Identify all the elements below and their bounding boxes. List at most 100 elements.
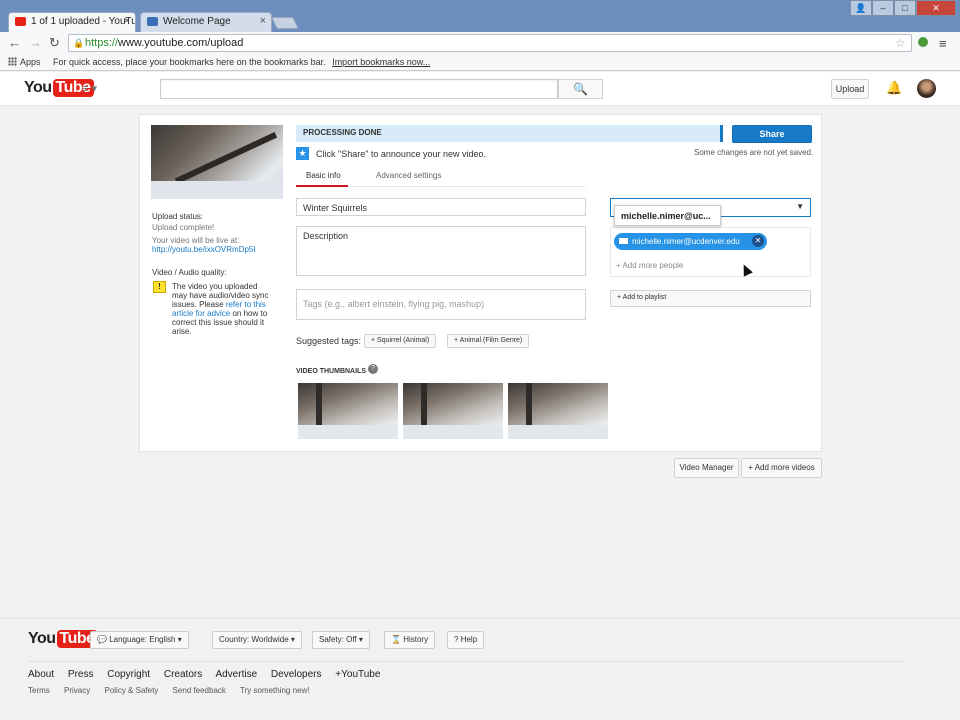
upload-card: Upload status: Upload complete! Your vid… [139,114,822,452]
maximize-icon[interactable]: □ [894,0,916,16]
footer-link-send-feedback[interactable]: Send feedback [173,686,226,695]
warning-icon: ! [153,281,166,293]
footer-link-creators[interactable]: Creators [164,669,202,680]
announce-text: Click "Share" to announce your new video… [316,149,486,159]
new-tab-button[interactable] [271,17,299,29]
thumbnail-option[interactable] [403,383,503,439]
star-icon: ★ [296,147,309,160]
video-preview[interactable] [151,125,283,199]
reload-icon[interactable]: ↻ [49,35,60,51]
lock-icon: 🔒 [73,38,85,48]
tab-youtube-upload[interactable]: 1 of 1 uploaded - YouTub × [8,12,136,32]
add-to-playlist-button[interactable]: + Add to playlist [610,290,811,307]
add-more-people-link[interactable]: + Add more people [616,261,683,270]
bookmark-star-icon[interactable]: ☆ [895,36,906,50]
description-field[interactable]: Description [296,226,586,276]
help-icon: ? [454,635,459,644]
bookmarks-hint: For quick access, place your bookmarks h… [53,57,326,67]
thumbnail-option[interactable] [508,383,608,439]
notifications-bell-icon[interactable]: 🔔 [886,80,902,96]
add-more-videos-button[interactable]: + Add more videos [741,458,822,478]
tags-field[interactable]: Tags (e.g., albert einstein, flying pig,… [296,289,586,320]
footer-link-try-something-new[interactable]: Try something new! [240,686,310,695]
import-bookmarks-link[interactable]: Import bookmarks now... [332,57,430,67]
site-favicon-icon [147,17,158,26]
browser-menu-icon[interactable]: ≡ [939,36,947,51]
footer-link-policy-safety[interactable]: Policy & Safety [104,686,158,695]
apps-grid-icon[interactable] [8,57,17,66]
history-button[interactable]: ⌛ History [384,631,436,649]
youtube-favicon-icon [15,17,26,26]
safety-selector[interactable]: Safety: Off ▾ [312,631,370,649]
footer-link-privacy[interactable]: Privacy [64,686,90,695]
tab-basic-info[interactable]: Basic info [306,171,341,180]
search-button[interactable]: 🔍 [558,79,603,99]
hourglass-icon: ⌛ [391,635,401,644]
email-tooltip: michelle.nimer@uc... [614,205,721,226]
footer-link-press[interactable]: Press [68,669,94,680]
browser-toolbar: ← → ↻ 🔒 https://www.youtube.com/upload ☆… [0,32,960,54]
share-button[interactable]: Share [732,125,812,143]
processing-status-bar: PROCESSING DONE [296,125,723,142]
language-selector[interactable]: 💬 Language: English ▾ [90,631,189,649]
youtube-header: You Tube ≡ ▾ 🔍 Upload 🔔 [0,72,960,106]
tab-close-icon[interactable]: × [124,15,130,27]
url-protocol: https:// [85,37,119,49]
footer-link-developers[interactable]: Developers [271,669,322,680]
shared-email-chip[interactable]: michelle.nimer@ucdenver.edu ✕ [614,233,767,250]
bookmarks-bar: Apps For quick access, place your bookma… [0,54,960,71]
country-selector[interactable]: Country: Worldwide ▾ [212,631,302,649]
close-window-icon[interactable]: ✕ [916,0,956,16]
logo-you: You [24,79,52,96]
extension-icon[interactable] [918,37,928,47]
footer-link-terms[interactable]: Terms [28,686,50,695]
footer-links: About Press Copyright Creators Advertise… [28,669,391,680]
address-bar[interactable]: 🔒 https://www.youtube.com/upload [68,34,912,52]
chevron-down-icon: ▼ [796,202,804,211]
url-host: www.youtube.com/upload [118,37,244,49]
tab-close-icon[interactable]: × [260,15,266,27]
logo-you: You [28,630,56,647]
footer-divider [28,661,905,662]
footer-link-about[interactable]: About [28,669,54,680]
help-icon[interactable]: ? [368,364,378,374]
sync-warning: The video you uploaded may have audio/vi… [172,282,269,336]
help-button[interactable]: ? Help [447,631,485,649]
remove-chip-icon[interactable]: ✕ [752,235,764,247]
video-thumbnails-label: VIDEO THUMBNAILS [296,368,366,375]
back-icon[interactable]: ← [8,35,21,50]
footer-link-advertise[interactable]: Advertise [215,669,257,680]
apps-shortcut[interactable]: Apps [20,57,41,67]
minimize-icon[interactable]: – [872,0,894,16]
suggested-tag-animal[interactable]: + Animal (Film Genre) [447,334,530,348]
page-footer: You Tube 💬 Language: English ▾ Country: W… [0,618,960,720]
window-controls: 👤 – □ ✕ [850,0,956,16]
upload-button[interactable]: Upload [831,79,869,99]
mail-icon [619,238,628,244]
video-manager-button[interactable]: Video Manager [674,458,739,478]
search-input[interactable] [160,79,558,99]
thumbnail-option[interactable] [298,383,398,439]
suggested-tags-label: Suggested tags: [296,336,362,346]
tab-welcome-page[interactable]: Welcome Page × [140,12,272,32]
suggested-tag-squirrel[interactable]: + Squirrel (Animal) [364,334,437,348]
title-field[interactable]: Winter Squirrels [296,198,586,216]
guide-menu-icon[interactable]: ≡ ▾ [82,82,97,95]
chip-email: michelle.nimer@ucdenver.edu [632,237,740,246]
upload-status-heading: Upload status: [152,212,204,221]
browser-titlebar: 1 of 1 uploaded - YouTub × Welcome Page … [0,0,960,32]
quality-heading: Video / Audio quality: [152,268,227,277]
tab-label: 1 of 1 uploaded - YouTub [31,16,136,27]
unsaved-changes-note: Some changes are not yet saved. [694,148,814,157]
upload-status-text: Upload complete! [152,223,215,232]
search-icon: 🔍 [573,82,588,96]
user-icon[interactable]: 👤 [850,0,872,16]
footer-link-copyright[interactable]: Copyright [107,669,150,680]
forward-icon[interactable]: → [29,35,42,50]
footer-link-plus-youtube[interactable]: +YouTube [335,669,380,680]
form-tabs: Basic info Advanced settings [296,167,586,187]
avatar[interactable] [917,79,936,98]
video-live-link[interactable]: http://youtu.be/ixxOVRmDp5I [152,245,256,255]
footer-youtube-logo[interactable]: You Tube [28,630,98,648]
tab-advanced-settings[interactable]: Advanced settings [376,171,441,180]
